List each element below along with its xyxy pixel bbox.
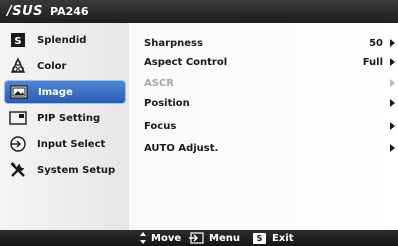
- chevron-right-icon: [390, 144, 395, 152]
- setting-value: 50: [369, 37, 383, 49]
- setting-row-focus[interactable]: Focus: [144, 118, 398, 134]
- sidebar-item-label: Color: [37, 60, 67, 72]
- sidebar-item-label: System Setup: [37, 164, 116, 176]
- settings-panel: Sharpness 50 Aspect Control Full ASCR Po…: [129, 23, 398, 230]
- sidebar-item-system-setup[interactable]: System Setup: [4, 158, 126, 182]
- menu-hint[interactable]: Menu: [188, 230, 240, 246]
- system-setup-icon: [9, 161, 27, 179]
- setting-label: AUTO Adjust.: [144, 142, 219, 154]
- setting-label: Focus: [144, 120, 177, 132]
- move-label: Move: [151, 232, 182, 244]
- chevron-right-icon: [390, 122, 395, 130]
- sidebar-item-color[interactable]: Color: [4, 54, 126, 78]
- chevron-right-icon: [390, 39, 395, 47]
- chevron-right-icon: [390, 58, 395, 66]
- sidebar: S Splendid Color Image PIP Setting Input…: [0, 23, 129, 230]
- setting-row-sharpness[interactable]: Sharpness 50: [144, 35, 398, 51]
- sidebar-item-pip-setting[interactable]: PIP Setting: [4, 106, 126, 130]
- setting-row-aspect-control[interactable]: Aspect Control Full: [144, 54, 398, 70]
- sidebar-item-label: Image: [38, 86, 73, 98]
- up-down-arrow-icon: [140, 232, 146, 244]
- sidebar-item-label: Input Select: [37, 138, 106, 150]
- exit-label: Exit: [272, 232, 294, 244]
- setting-value: Full: [362, 56, 383, 68]
- chevron-right-icon: [390, 99, 395, 107]
- sidebar-item-input-select[interactable]: Input Select: [4, 132, 126, 156]
- svg-text:S: S: [14, 36, 21, 47]
- move-hint[interactable]: Move: [140, 230, 181, 246]
- osd-menu: /SUS PA246 S Splendid Color Image PIP Se…: [0, 0, 398, 246]
- pip-icon: [9, 109, 27, 127]
- image-icon: [10, 83, 28, 101]
- sidebar-item-label: Splendid: [37, 34, 87, 46]
- setting-label: Sharpness: [144, 37, 203, 49]
- menu-label: Menu: [209, 232, 240, 244]
- setting-row-ascr: ASCR: [144, 75, 398, 91]
- footer-bar: Move Menu S Exit: [0, 230, 398, 246]
- sidebar-item-label: PIP Setting: [37, 112, 101, 124]
- setting-row-auto-adjust[interactable]: AUTO Adjust.: [144, 140, 398, 156]
- sidebar-item-splendid[interactable]: S Splendid: [4, 28, 126, 52]
- s-key-icon: S: [253, 232, 266, 244]
- input-select-icon: [9, 135, 27, 153]
- setting-label: Position: [144, 97, 190, 109]
- setting-row-position[interactable]: Position: [144, 95, 398, 111]
- title-bar: /SUS PA246: [0, 0, 398, 23]
- asus-logo: /SUS: [7, 4, 44, 19]
- chevron-right-icon: [390, 79, 395, 87]
- splendid-icon: S: [9, 31, 27, 49]
- exit-hint[interactable]: S Exit: [253, 230, 294, 246]
- model-name: PA246: [50, 5, 89, 18]
- setting-label: Aspect Control: [144, 56, 228, 68]
- color-palette-icon: [9, 57, 27, 75]
- setting-label: ASCR: [144, 77, 174, 89]
- sidebar-item-image[interactable]: Image: [4, 80, 126, 104]
- enter-icon: [188, 232, 204, 244]
